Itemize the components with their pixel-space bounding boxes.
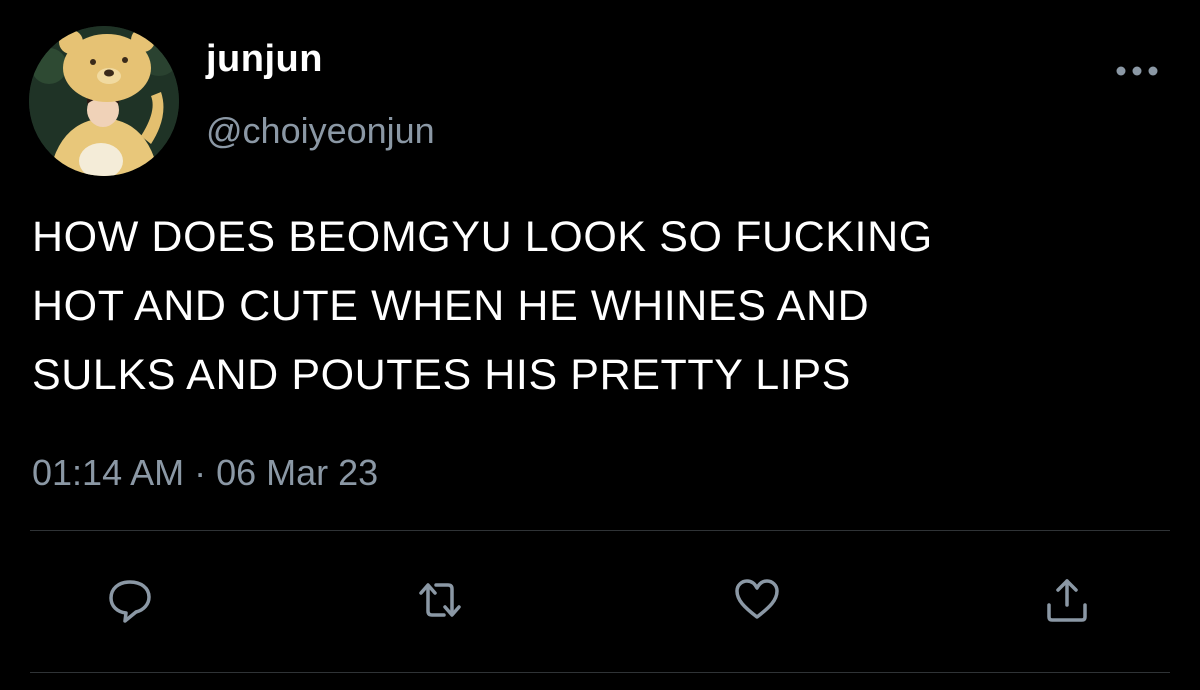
more-options-button[interactable]: [1112, 58, 1162, 84]
tweet-text-line: HOT AND CUTE WHEN HE WHINES AND: [32, 282, 870, 330]
divider: [30, 672, 1170, 673]
share-button[interactable]: [1037, 570, 1097, 630]
reply-icon: [109, 580, 151, 623]
user-handle[interactable]: @choiyeonjun: [206, 110, 435, 152]
retweet-button[interactable]: [410, 570, 470, 630]
avatar-image: [29, 26, 179, 176]
tweet-card: junjun @choiyeonjun HOW DOES BEOMGYU LOO…: [0, 0, 1200, 690]
timestamp[interactable]: 01:14 AM · 06 Mar 23: [32, 452, 378, 494]
tweet-text-line: HOW DOES BEOMGYU LOOK SO FUCKING: [32, 213, 933, 261]
like-icon: [735, 579, 779, 619]
share-icon: [1047, 579, 1087, 622]
divider: [30, 530, 1170, 531]
like-button[interactable]: [727, 570, 787, 630]
reply-button[interactable]: [100, 570, 160, 630]
tweet-text: HOW DOES BEOMGYU LOOK SO FUCKING HOT AND…: [32, 203, 1192, 410]
avatar[interactable]: [29, 26, 179, 176]
retweet-icon: [419, 583, 461, 617]
action-bar: [0, 570, 1200, 630]
display-name[interactable]: junjun: [206, 38, 323, 81]
tweet-text-line: SULKS AND POUTES HIS PRETTY LIPS: [32, 351, 851, 399]
more-icon: [1116, 66, 1158, 76]
